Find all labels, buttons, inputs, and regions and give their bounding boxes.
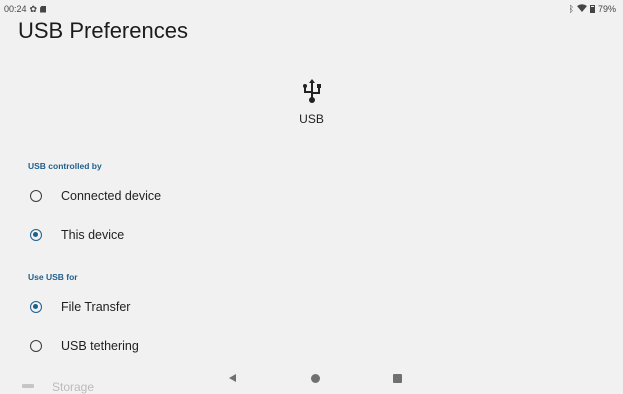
radio-label-this-device: This device (61, 228, 125, 242)
back-icon[interactable] (229, 374, 236, 382)
home-icon[interactable] (311, 374, 320, 383)
status-right: ᛒ 79% (569, 4, 616, 14)
usb-icon (302, 79, 321, 103)
status-time: 00:24 (4, 4, 27, 14)
battery-percent: 79% (597, 4, 616, 14)
radio-label-usb-tethering: USB tethering (61, 339, 139, 353)
bluetooth-icon: ᛒ (568, 3, 574, 14)
page-title: USB Preferences (18, 18, 188, 43)
radio-row-file-transfer[interactable]: File Transfer (0, 289, 623, 325)
radio-label-file-transfer: File Transfer (61, 300, 131, 314)
sdcard-icon (40, 5, 47, 13)
status-left: 00:24 ✿ (4, 3, 47, 14)
gear-icon: ✿ (29, 3, 38, 14)
battery-icon (589, 5, 595, 13)
radio-row-connected-device[interactable]: Connected device (0, 178, 623, 214)
usb-header: USB (0, 78, 623, 126)
radio-button-connected-device[interactable] (30, 190, 42, 202)
radio-row-this-device[interactable]: This device (0, 217, 623, 253)
status-bar: 00:24 ✿ ᛒ 79% (0, 0, 623, 16)
recent-apps-icon[interactable] (393, 374, 402, 383)
radio-button-file-transfer[interactable] (30, 301, 42, 313)
usb-label: USB (299, 112, 324, 126)
section-label-controlled-by: USB controlled by (28, 161, 102, 171)
radio-label-connected-device: Connected device (61, 189, 162, 203)
navigation-bar (0, 366, 623, 393)
radio-button-this-device[interactable] (30, 229, 42, 241)
radio-button-usb-tethering[interactable] (30, 340, 42, 352)
wifi-icon (576, 4, 587, 14)
radio-row-usb-tethering[interactable]: USB tethering (0, 328, 623, 364)
section-label-use-usb-for: Use USB for (28, 272, 78, 282)
